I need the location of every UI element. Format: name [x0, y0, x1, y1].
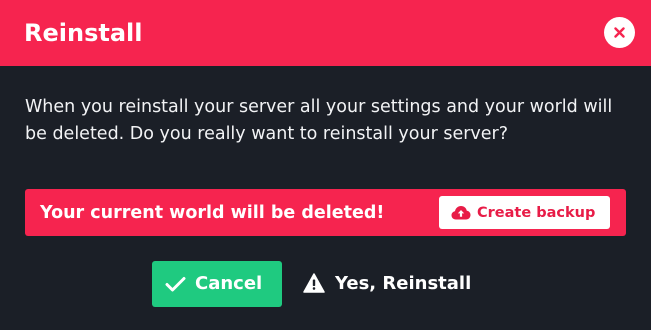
reinstall-dialog: Reinstall When you reinstall your server…: [0, 0, 651, 330]
alert-text: Your current world will be deleted!: [40, 203, 385, 223]
warning-alert: Your current world will be deleted! Crea…: [25, 189, 626, 236]
warning-icon: [303, 273, 325, 293]
create-backup-label: Create backup: [477, 205, 596, 221]
confirm-reinstall-button[interactable]: Yes, Reinstall: [294, 261, 494, 307]
cancel-button[interactable]: Cancel: [152, 261, 282, 307]
close-button[interactable]: [604, 17, 635, 48]
confirm-reinstall-label: Yes, Reinstall: [335, 273, 472, 294]
check-icon: [165, 277, 186, 292]
dialog-message: When you reinstall your server all your …: [25, 97, 613, 144]
create-backup-button[interactable]: Create backup: [439, 196, 610, 229]
close-icon: [614, 27, 625, 38]
cloud-upload-icon: [451, 206, 471, 220]
dialog-title: Reinstall: [24, 19, 143, 47]
dialog-header: Reinstall: [0, 0, 651, 66]
cancel-label: Cancel: [195, 273, 263, 294]
